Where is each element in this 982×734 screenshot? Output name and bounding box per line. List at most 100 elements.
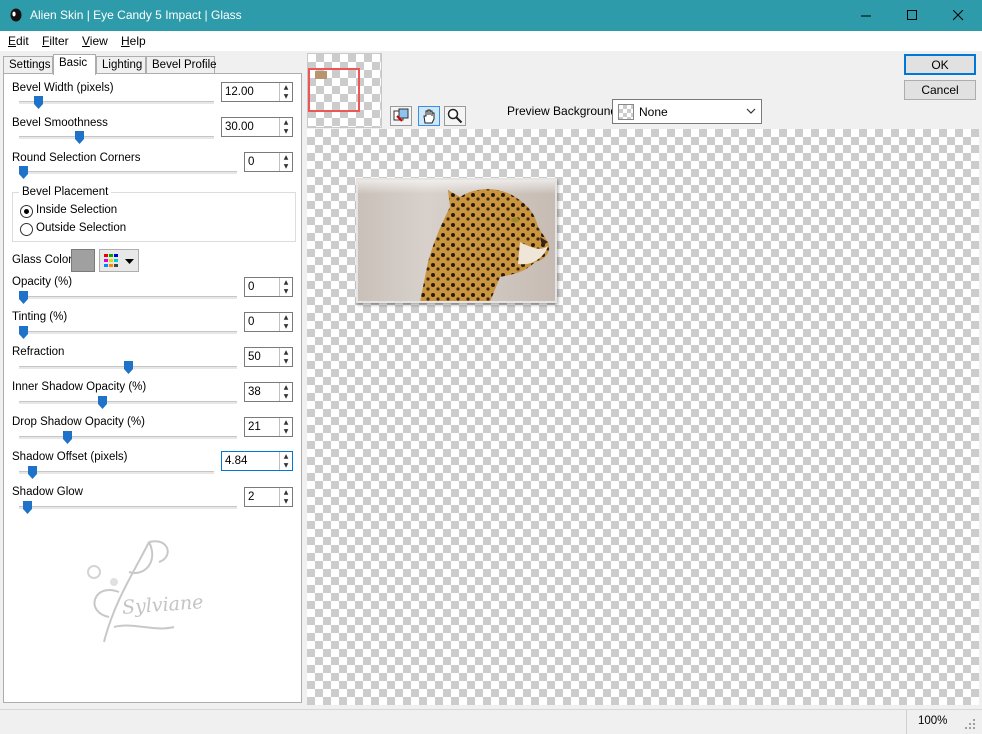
spin-up-icon[interactable]: ▲: [280, 418, 292, 427]
status-bar: 100%: [0, 709, 982, 734]
spin-up-icon[interactable]: ▲: [280, 313, 292, 322]
cancel-button[interactable]: Cancel: [904, 80, 976, 100]
spin-down-icon[interactable]: ▼: [280, 162, 292, 171]
preview-canvas[interactable]: [307, 129, 979, 705]
opacity-spinbox[interactable]: 0 ▲ ▼: [244, 277, 293, 297]
ok-button[interactable]: OK: [904, 54, 976, 75]
inside-selection-label[interactable]: Inside Selection: [36, 204, 117, 216]
spin-up-icon[interactable]: ▲: [280, 83, 292, 92]
bevel-width-label: Bevel Width (pixels): [12, 82, 114, 94]
drop-shadow-slider[interactable]: [62, 431, 72, 444]
shadow-glow-label: Shadow Glow: [12, 486, 83, 498]
close-button[interactable]: [935, 0, 981, 31]
bevel-placement-label: Bevel Placement: [19, 186, 112, 198]
dropdown-arrow-icon: [125, 259, 134, 264]
shadow-offset-spinbox[interactable]: 4.84 ▲ ▼: [221, 451, 293, 471]
preview-image: [356, 178, 557, 303]
drop-shadow-track[interactable]: [19, 436, 237, 439]
spin-up-icon[interactable]: ▲: [280, 452, 292, 461]
minimize-button[interactable]: [843, 0, 889, 31]
round-corners-slider[interactable]: [19, 166, 28, 179]
title-bar: Alien Skin | Eye Candy 5 Impact | Glass: [0, 0, 982, 31]
color-palette-dropdown[interactable]: [99, 249, 139, 272]
bevel-width-track[interactable]: [19, 101, 214, 104]
inner-shadow-slider[interactable]: [98, 396, 108, 409]
outside-selection-label[interactable]: Outside Selection: [36, 222, 126, 234]
outside-selection-radio[interactable]: [20, 223, 33, 236]
spin-down-icon[interactable]: ▼: [280, 322, 292, 331]
bevel-smoothness-spinbox[interactable]: 30.00 ▲ ▼: [221, 117, 293, 137]
inner-shadow-spinbox[interactable]: 38 ▲ ▼: [244, 382, 293, 402]
spin-up-icon[interactable]: ▲: [280, 278, 292, 287]
spin-down-icon[interactable]: ▼: [280, 427, 292, 436]
refraction-slider[interactable]: [123, 361, 133, 374]
bevel-width-slider[interactable]: [33, 96, 43, 109]
zoom-tool-button[interactable]: [444, 106, 466, 126]
resize-grip-icon[interactable]: [964, 718, 976, 730]
inner-shadow-track[interactable]: [19, 401, 237, 404]
shadow-glow-spinbox[interactable]: 2 ▲ ▼: [244, 487, 293, 507]
refraction-spinbox[interactable]: 50 ▲ ▼: [244, 347, 293, 367]
zoom-icon: [447, 108, 463, 124]
menu-help[interactable]: Help: [121, 34, 146, 48]
spin-down-icon[interactable]: ▼: [280, 287, 292, 296]
menu-bar: Edit Filter View Help: [0, 31, 982, 51]
spin-down-icon[interactable]: ▼: [280, 461, 292, 470]
glass-color-swatch[interactable]: [71, 249, 95, 272]
tinting-track[interactable]: [19, 331, 237, 334]
spin-down-icon[interactable]: ▼: [280, 497, 292, 506]
alien-skin-icon: [10, 8, 22, 22]
drop-shadow-spinbox[interactable]: 21 ▲ ▼: [244, 417, 293, 437]
spin-down-icon[interactable]: ▼: [280, 92, 292, 101]
spin-down-icon[interactable]: ▼: [280, 392, 292, 401]
maximize-button[interactable]: [889, 0, 935, 31]
tinting-slider[interactable]: [19, 326, 28, 339]
spin-up-icon[interactable]: ▲: [280, 488, 292, 497]
palette-icon: [104, 254, 118, 267]
inner-shadow-label: Inner Shadow Opacity (%): [12, 381, 147, 393]
shadow-glow-track[interactable]: [19, 506, 237, 509]
spin-up-icon[interactable]: ▲: [280, 153, 292, 162]
zoom-level: 100%: [918, 715, 948, 727]
bevel-smoothness-slider[interactable]: [74, 131, 84, 144]
bevel-smoothness-track[interactable]: [19, 136, 214, 139]
glass-color-label: Glass Color: [12, 254, 73, 266]
maximize-icon: [906, 10, 917, 20]
spin-up-icon[interactable]: ▲: [280, 118, 292, 127]
hand-icon: [423, 109, 435, 124]
settings-panel: Bevel Width (pixels) 12.00 ▲ ▼ Bevel Smoo…: [3, 73, 302, 703]
preview-background-dropdown[interactable]: None: [612, 99, 762, 124]
drop-shadow-label: Drop Shadow Opacity (%): [12, 416, 145, 428]
tab-settings[interactable]: Settings: [3, 56, 53, 74]
tinting-label: Tinting (%): [12, 311, 68, 323]
chevron-down-icon: [746, 108, 756, 114]
opacity-label: Opacity (%): [12, 276, 73, 288]
round-corners-spinbox[interactable]: 0 ▲ ▼: [244, 152, 293, 172]
tinting-spinbox[interactable]: 0 ▲ ▼: [244, 312, 293, 332]
spin-up-icon[interactable]: ▲: [280, 348, 292, 357]
spin-down-icon[interactable]: ▼: [280, 127, 292, 136]
hand-tool-button[interactable]: [418, 106, 440, 126]
shadow-glow-slider[interactable]: [23, 501, 33, 514]
navigator-thumbnail[interactable]: [307, 53, 382, 128]
shadow-offset-label: Shadow Offset (pixels): [12, 451, 128, 463]
transparent-swatch-icon: [618, 104, 634, 120]
round-corners-track[interactable]: [19, 171, 237, 174]
spin-down-icon[interactable]: ▼: [280, 357, 292, 366]
inside-selection-radio[interactable]: [20, 205, 33, 218]
menu-edit[interactable]: Edit: [8, 34, 29, 48]
spin-up-icon[interactable]: ▲: [280, 383, 292, 392]
tab-basic[interactable]: Basic: [53, 54, 96, 75]
menu-filter[interactable]: Filter: [42, 34, 69, 48]
shadow-offset-slider[interactable]: [28, 466, 38, 479]
shadow-offset-track[interactable]: [19, 471, 214, 474]
opacity-slider[interactable]: [19, 291, 28, 304]
menu-view[interactable]: View: [82, 34, 108, 48]
opacity-track[interactable]: [19, 296, 237, 299]
tab-lighting[interactable]: Lighting: [96, 56, 146, 74]
bevel-width-spinbox[interactable]: 12.00 ▲ ▼: [221, 82, 293, 102]
navigate-tool-button[interactable]: [390, 106, 412, 126]
tab-bevel-profile[interactable]: Bevel Profile: [146, 56, 217, 74]
preview-background-label: Preview Background:: [507, 104, 621, 118]
navigate-icon: [393, 108, 409, 122]
